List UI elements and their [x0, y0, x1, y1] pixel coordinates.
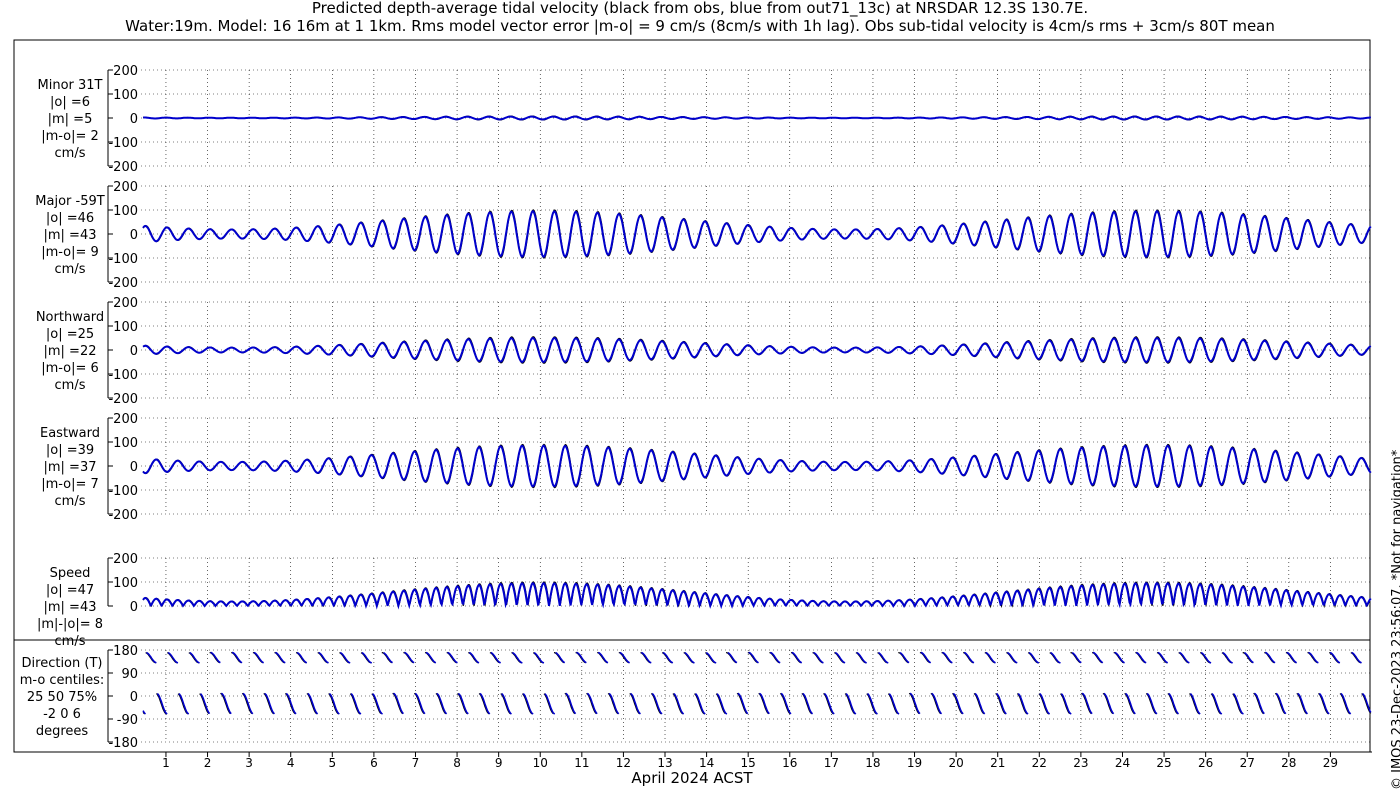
- x-tick-label: 8: [453, 756, 461, 770]
- outer-frame: [13, 39, 1371, 641]
- x-tick-label: 4: [287, 756, 295, 770]
- y-tick-label: -90: [117, 713, 138, 728]
- panel-label: cm/s: [55, 494, 86, 509]
- x-tick-label: 16: [782, 756, 797, 770]
- panel-label: Direction (T): [22, 656, 103, 671]
- y-tick-label: -100: [108, 368, 138, 383]
- chart-svg: 2001000-100-200Minor 31T|o| =6|m| =5|m-o…: [13, 39, 1372, 787]
- x-tick-label: 11: [574, 756, 589, 770]
- panel-label: |m-o|= 6: [41, 361, 99, 376]
- x-tick-label: 17: [824, 756, 839, 770]
- y-tick-label: 200: [113, 64, 138, 79]
- panel-label: Eastward: [40, 426, 100, 441]
- x-tick-label: 14: [699, 756, 714, 770]
- panel-label: |m-o|= 2: [41, 129, 99, 144]
- panel-label: |m| =43: [44, 600, 97, 615]
- series-model-speed: [142, 581, 1372, 610]
- panel-label: |m-o|= 9: [41, 245, 99, 260]
- panel-label: cm/s: [55, 378, 86, 393]
- x-tick-label: 15: [741, 756, 756, 770]
- panel-label: m-o centiles:: [20, 673, 105, 688]
- series-model-minor: [143, 115, 1371, 121]
- panel-label: |m|-|o|= 8: [37, 617, 103, 632]
- y-tick-label: -100: [108, 484, 138, 499]
- x-tick-label: 20: [948, 756, 963, 770]
- series-model-northward: [142, 336, 1372, 364]
- y-tick-label: 100: [113, 576, 138, 591]
- y-tick-label: 0: [130, 228, 138, 243]
- y-tick-label: -100: [108, 252, 138, 267]
- y-tick-label: -200: [108, 392, 138, 407]
- y-tick-label: 200: [113, 412, 138, 427]
- x-tick-label: 3: [245, 756, 253, 770]
- panel-label: |m| =43: [44, 228, 97, 243]
- panel-label: Minor 31T: [38, 78, 103, 93]
- x-tick-label: 5: [328, 756, 336, 770]
- panel-label: -2 0 6: [43, 707, 81, 722]
- panel-label: degrees: [36, 724, 89, 739]
- panel-label: |m| =5: [48, 112, 93, 127]
- copyright-notice: © IMOS 23-Dec-2023 23:56:07. *Not for na…: [1390, 449, 1400, 790]
- panel-label: 25 50 75%: [27, 690, 97, 705]
- y-tick-label: 0: [130, 344, 138, 359]
- panel-label: |o| =47: [46, 583, 94, 598]
- y-tick-label: 0: [130, 112, 138, 127]
- y-tick-label: 0: [130, 460, 138, 475]
- panel-label: Major -59T: [35, 194, 104, 209]
- x-tick-label: 27: [1240, 756, 1255, 770]
- x-tick-label: 22: [1032, 756, 1047, 770]
- y-tick-label: -200: [108, 160, 138, 175]
- y-tick-label: -200: [108, 276, 138, 291]
- x-tick-label: 25: [1156, 756, 1171, 770]
- panel-label: |m| =22: [44, 344, 97, 359]
- panel-label: |o| =25: [46, 327, 94, 342]
- panel-label: |m-o|= 7: [41, 477, 99, 492]
- panel-label: |m| =37: [44, 460, 97, 475]
- panel-label: |o| =6: [50, 95, 90, 110]
- series-model-eastward: [142, 444, 1372, 488]
- x-tick-label: 29: [1323, 756, 1338, 770]
- panel-label: Northward: [36, 310, 104, 325]
- y-tick-label: -100: [108, 136, 138, 151]
- x-tick-label: 2: [204, 756, 212, 770]
- series-model-direction: [142, 651, 1372, 715]
- y-tick-label: 0: [130, 600, 138, 615]
- y-tick-label: -180: [108, 736, 138, 751]
- y-tick-label: 100: [113, 88, 138, 103]
- panel-label: |o| =39: [46, 443, 94, 458]
- chart-figure: Predicted depth-average tidal velocity (…: [0, 0, 1400, 800]
- y-tick-label: 90: [121, 667, 138, 682]
- x-axis-label: April 2024 ACST: [631, 769, 753, 787]
- panel-label: |o| =46: [46, 211, 94, 226]
- y-tick-label: 100: [113, 320, 138, 335]
- x-tick-label: 19: [907, 756, 922, 770]
- x-tick-label: 26: [1198, 756, 1213, 770]
- x-tick-label: 24: [1115, 756, 1130, 770]
- x-tick-label: 1: [162, 756, 170, 770]
- panel-label: cm/s: [55, 262, 86, 277]
- x-tick-label: 13: [657, 756, 672, 770]
- y-tick-label: 180: [113, 644, 138, 659]
- panel-label: Speed: [50, 566, 91, 581]
- x-tick-label: 21: [990, 756, 1005, 770]
- x-tick-label: 6: [370, 756, 378, 770]
- x-tick-label: 28: [1281, 756, 1296, 770]
- y-tick-label: 200: [113, 296, 138, 311]
- x-tick-label: 10: [533, 756, 548, 770]
- x-tick-label: 23: [1073, 756, 1088, 770]
- x-tick-label: 18: [865, 756, 880, 770]
- x-tick-label: 9: [495, 756, 503, 770]
- y-tick-label: 0: [130, 690, 138, 705]
- y-tick-label: 200: [113, 180, 138, 195]
- y-tick-label: 200: [113, 552, 138, 567]
- y-tick-label: 100: [113, 436, 138, 451]
- panel-label: cm/s: [55, 146, 86, 161]
- series-model-major: [142, 209, 1372, 259]
- panel-label: cm/s: [55, 634, 86, 649]
- panels-layer: 2001000-100-200Minor 31T|o| =6|m| =5|m-o…: [20, 64, 1372, 770]
- y-tick-label: -200: [108, 508, 138, 523]
- x-tick-label: 7: [412, 756, 420, 770]
- y-tick-label: 100: [113, 204, 138, 219]
- x-tick-label: 12: [616, 756, 631, 770]
